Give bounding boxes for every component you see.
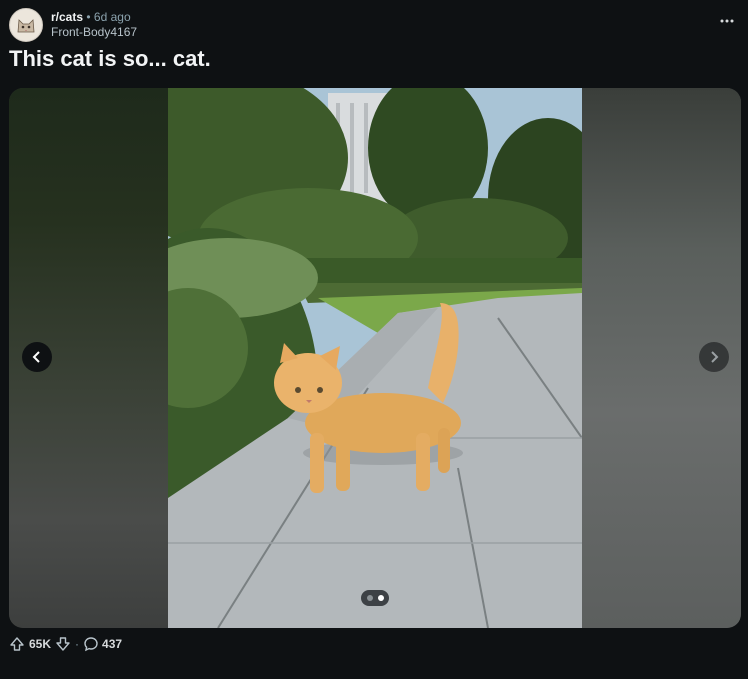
comments-button[interactable]: 437: [83, 636, 122, 652]
more-options-button[interactable]: [720, 14, 734, 24]
downvote-button[interactable]: [55, 636, 71, 652]
previous-image-button[interactable]: [22, 342, 52, 372]
next-image-button[interactable]: [699, 342, 729, 372]
post-time: 6d ago: [93, 10, 131, 24]
comment-count: 437: [102, 637, 123, 651]
actions-separator: ·: [75, 637, 80, 651]
meta-separator: •: [86, 10, 91, 24]
comment-icon: [84, 637, 98, 652]
cat-photo-image: [168, 88, 582, 628]
image-gallery[interactable]: [9, 88, 741, 628]
chevron-left-icon: [32, 351, 40, 363]
subreddit-link[interactable]: r/cats: [51, 10, 83, 24]
subreddit-avatar[interactable]: [9, 8, 43, 42]
more-icon: [720, 19, 734, 23]
post-title[interactable]: This cat is so... cat.: [9, 46, 211, 72]
pager-dot-2[interactable]: [377, 595, 384, 601]
author-link[interactable]: Front-Body4167: [51, 25, 137, 40]
post-meta: r/cats • 6d ago Front-Body4167: [51, 10, 137, 40]
vote-count: 65K: [29, 637, 52, 651]
downvote-icon: [56, 637, 70, 651]
upvote-button[interactable]: [9, 636, 25, 652]
pager-dot-1[interactable]: [366, 595, 373, 601]
cat-photo[interactable]: [168, 88, 582, 628]
post-actions: 65K · 437: [9, 636, 122, 652]
chevron-right-icon: [711, 351, 719, 363]
cat-avatar-icon: [11, 10, 41, 40]
gallery-pager: [361, 590, 389, 606]
post-header: r/cats • 6d ago Front-Body4167: [9, 8, 137, 42]
upvote-icon: [10, 637, 24, 651]
